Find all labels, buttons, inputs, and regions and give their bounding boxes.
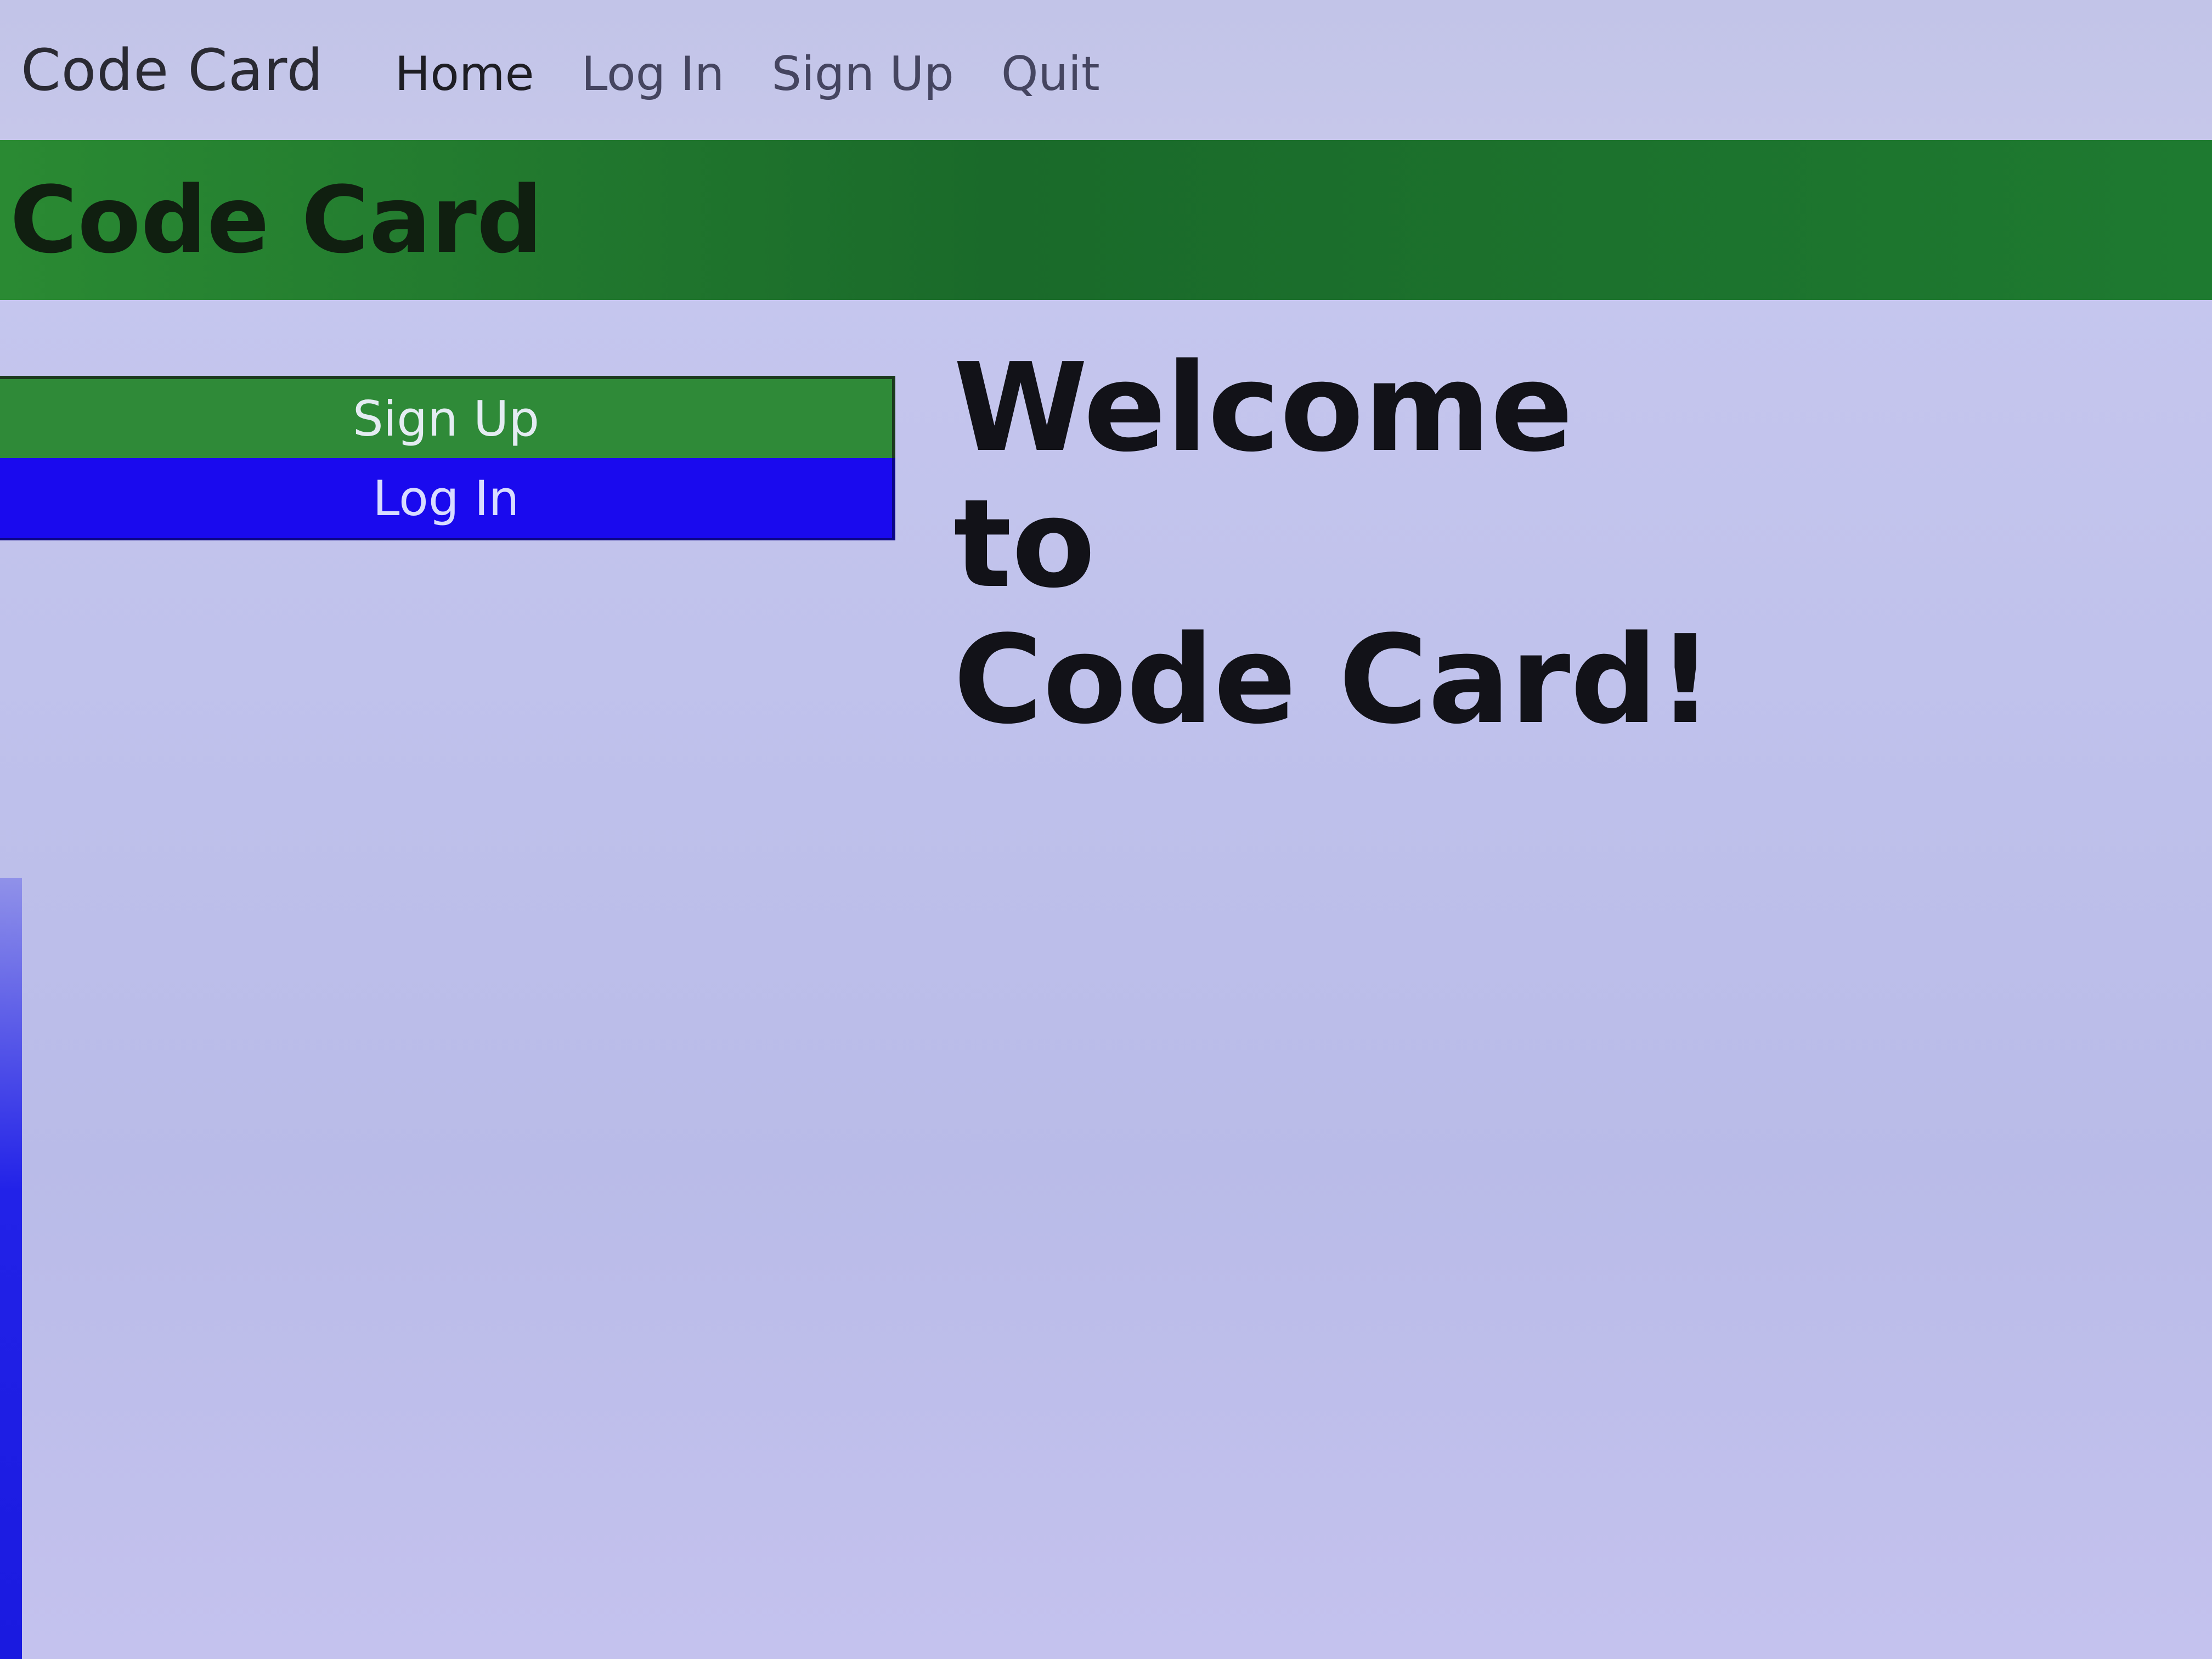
nav-links: Home Log In Sign Up Quit <box>395 39 1100 101</box>
welcome-line-1: Welcome to <box>953 337 1573 615</box>
nav-link-log-in[interactable]: Log In <box>582 47 725 101</box>
log-in-button[interactable]: Log In <box>0 458 895 540</box>
navbar-brand[interactable]: Code Card <box>21 37 324 104</box>
nav-link-quit[interactable]: Quit <box>1001 47 1100 101</box>
banner-title: Code Card <box>10 166 543 274</box>
welcome-line-2: Code Card! <box>953 610 1713 751</box>
side-menu: Sign Up Log In <box>0 376 895 540</box>
sign-up-button[interactable]: Sign Up <box>0 376 895 458</box>
top-navbar: Code Card Home Log In Sign Up Quit <box>0 0 2212 140</box>
nav-link-sign-up[interactable]: Sign Up <box>771 47 953 101</box>
header-banner: Code Card <box>0 140 2212 300</box>
welcome-heading: Welcome to Code Card! <box>953 340 1722 748</box>
window-edge-strip <box>0 878 22 1659</box>
nav-link-home[interactable]: Home <box>395 47 534 101</box>
